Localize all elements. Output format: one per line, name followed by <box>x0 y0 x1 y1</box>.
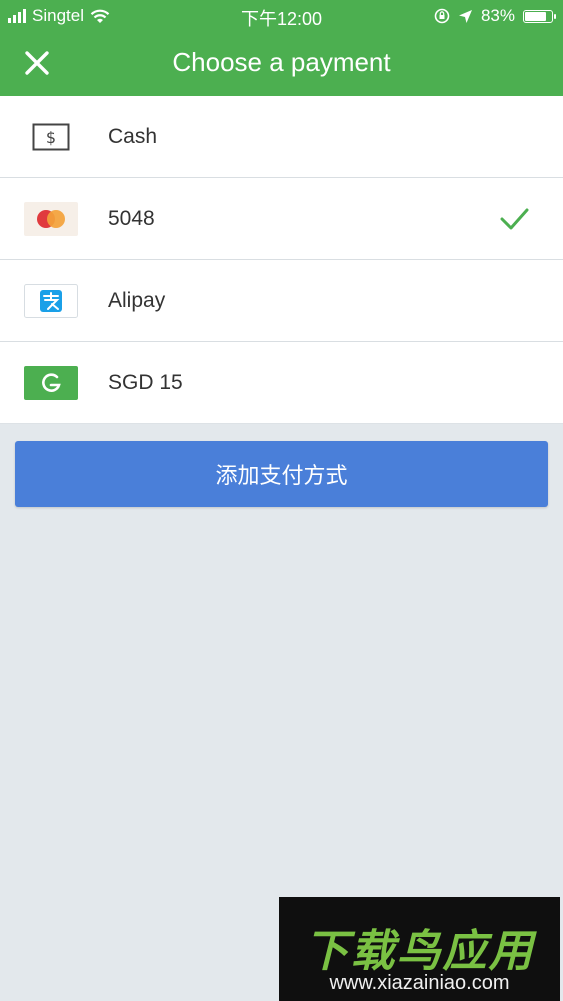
page-title: Choose a payment <box>172 47 391 77</box>
battery-icon <box>523 9 556 23</box>
status-bar-right: 83% <box>434 6 556 26</box>
alipay-icon <box>24 283 78 318</box>
payment-method-card[interactable]: 5048 <box>0 178 563 260</box>
payment-method-grabpay[interactable]: SGD 15 <box>0 342 563 424</box>
battery-percent: 83% <box>480 6 515 25</box>
selected-check-icon <box>500 208 529 230</box>
payment-method-label: 5048 <box>108 206 155 230</box>
payment-method-label: SGD 15 <box>108 370 183 394</box>
svg-text:$: $ <box>46 128 56 147</box>
orientation-lock-icon <box>434 8 450 24</box>
battery-fill <box>525 11 546 21</box>
status-bar: Singtel 下午12:00 83% <box>0 0 563 30</box>
cash-icon: $ <box>24 120 78 154</box>
watermark-logo-text: 下载鸟应用 <box>304 927 535 976</box>
grabpay-icon <box>24 365 78 400</box>
watermark: 下载鸟应用 www.xiazainiao.com <box>279 897 560 1001</box>
payment-method-label: Cash <box>108 124 158 148</box>
location-arrow-icon <box>458 9 472 23</box>
mastercard-icon <box>24 201 78 236</box>
watermark-url: www.xiazainiao.com <box>329 972 510 994</box>
payment-method-list: $ Cash 5048 Alipay SGD 15 <box>0 96 563 424</box>
payment-method-label: Alipay <box>108 288 166 312</box>
payment-method-alipay[interactable]: Alipay <box>0 260 563 342</box>
add-payment-method-button[interactable]: 添加支付方式 <box>15 441 548 507</box>
header: Choose a payment <box>0 30 563 96</box>
watermark-logo: 下载鸟应用 <box>279 915 560 979</box>
payment-method-cash[interactable]: $ Cash <box>0 96 563 178</box>
